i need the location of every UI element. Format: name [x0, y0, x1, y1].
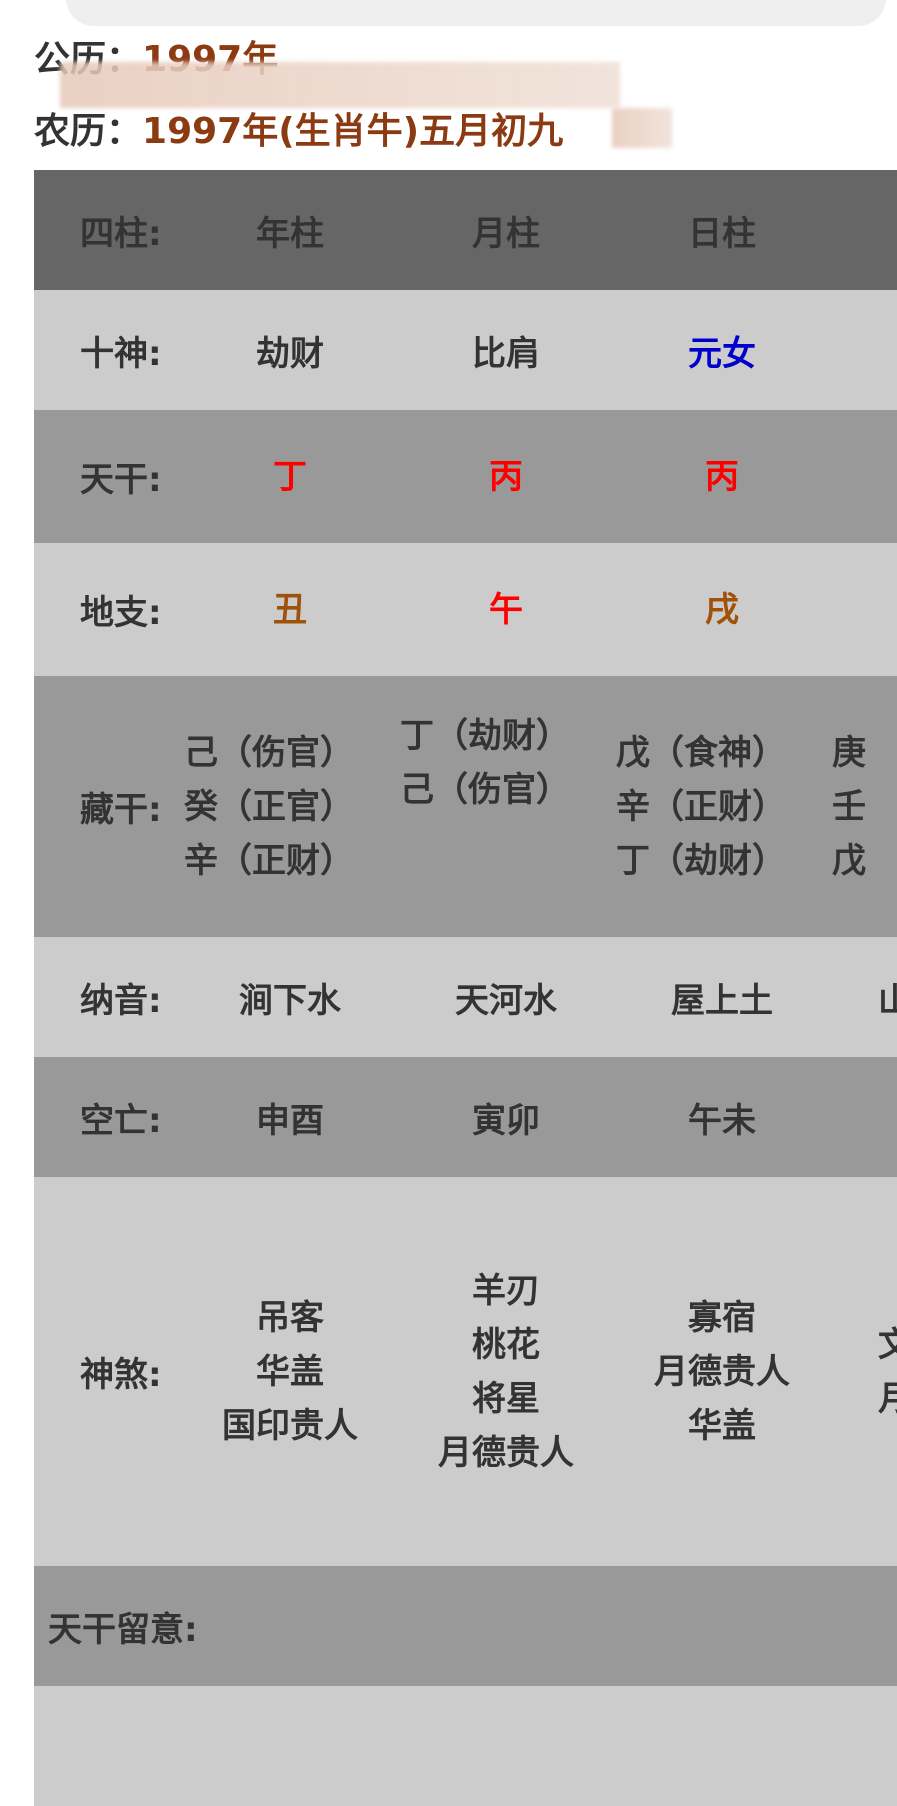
hidden-stem: 丁（劫财） — [400, 716, 570, 756]
shensha-item: 月德贵人 — [438, 1432, 574, 1473]
shensha-hour: 文 月 — [830, 1177, 897, 1566]
row-label: 十神: — [80, 333, 162, 374]
stem-hour — [830, 410, 897, 543]
row-hidden-stems: 藏干: 己（伤官） 癸（正官） 辛（正财） 丁（劫财） 己（伤官） 戊（食神） … — [34, 676, 897, 937]
row-label: 天干: — [80, 460, 162, 500]
void-hour — [830, 1057, 897, 1177]
shensha-item: 国印贵人 — [222, 1405, 358, 1446]
shensha-item: 华盖 — [256, 1351, 324, 1392]
shensha-item: 将星 — [472, 1378, 540, 1419]
nayin-month: 天河水 — [455, 980, 557, 1021]
lunar-date-value: 1997年(生肖牛)五月初九 — [142, 111, 564, 152]
hidden-stem: 丁（劫财） — [616, 840, 786, 881]
void-day: 午未 — [688, 1100, 756, 1141]
row-label: 纳音: — [80, 980, 162, 1021]
branch-month: 午 — [489, 589, 523, 630]
stem-month: 丙 — [489, 456, 523, 497]
branch-hour — [830, 543, 897, 676]
hidden-stem: 戊（食神） — [616, 732, 786, 773]
row-label: 天干留意: — [48, 1609, 198, 1650]
redaction-mask — [612, 108, 672, 148]
hidden-stem: 癸（正官） — [184, 786, 354, 827]
ten-god-month: 比肩 — [472, 333, 540, 374]
branch-day: 戌 — [705, 589, 739, 630]
void-year: 申酉 — [256, 1100, 324, 1141]
hidden-month: 丁（劫财） 己（伤官） — [398, 676, 614, 937]
hidden-stem: 庚 — [832, 732, 866, 773]
pillar-month: 月柱 — [472, 213, 540, 254]
nayin-year: 涧下水 — [239, 980, 341, 1021]
hidden-stem: 戊 — [832, 840, 866, 881]
row-heavenly-stems: 天干: 丁 丙 丙 — [34, 410, 897, 543]
row-label: 四柱: — [80, 213, 162, 254]
pillar-day: 日柱 — [688, 213, 756, 254]
shensha-item: 寡宿 — [688, 1297, 756, 1338]
shensha-item: 华盖 — [688, 1405, 756, 1446]
hidden-day: 戊（食神） 辛（正财） 丁（劫财） — [614, 676, 830, 937]
shensha-item: 吊客 — [256, 1297, 324, 1338]
pillar-hour — [830, 170, 897, 290]
shensha-year: 吊客 华盖 国印贵人 — [182, 1177, 398, 1566]
top-panel — [66, 0, 886, 26]
stem-year: 丁 — [273, 456, 307, 497]
redaction-mask — [60, 62, 620, 108]
bazi-table: 四柱: 年柱 月柱 日柱 十神: 劫财 比肩 元女 天干: 丁 丙 丙 地支: … — [34, 170, 897, 1806]
lunar-date-label: 农历： — [34, 111, 143, 152]
stem-day: 丙 — [705, 456, 739, 497]
nayin-day: 屋上土 — [671, 980, 773, 1021]
ten-god-hour — [830, 290, 897, 410]
ten-god-year: 劫财 — [256, 333, 324, 374]
shensha-item: 月德贵人 — [654, 1351, 790, 1392]
row-label: 藏干: — [80, 790, 162, 830]
pillar-year: 年柱 — [256, 213, 324, 254]
shensha-day: 寡宿 月德贵人 华盖 — [614, 1177, 830, 1566]
hidden-stem: 壬 — [832, 786, 866, 827]
row-label: 空亡: — [80, 1100, 162, 1141]
row-label: 地支: — [80, 593, 162, 633]
hidden-stem: 己（伤官） — [184, 732, 354, 773]
hidden-stem: 辛（正财） — [184, 840, 354, 881]
row-earthly-branches: 地支: 丑 午 戌 — [34, 543, 897, 676]
hidden-stem: 辛（正财） — [616, 786, 786, 827]
hidden-hour: 庚 壬 戊 — [830, 676, 897, 937]
row-label: 神煞: — [80, 1355, 162, 1395]
ten-god-day: 元女 — [688, 333, 756, 374]
row-ten-gods: 十神: 劫财 比肩 元女 — [34, 290, 897, 410]
row-shensha: 神煞: 吊客 华盖 国印贵人 羊刃 桃花 将星 月德贵人 寡宿 月德贵人 华盖 … — [34, 1177, 897, 1566]
row-void: 空亡: 申酉 寅卯 午未 — [34, 1057, 897, 1177]
shensha-item: 羊刃 — [472, 1270, 540, 1311]
hidden-stem: 己（伤官） — [400, 770, 570, 810]
void-month: 寅卯 — [472, 1100, 540, 1141]
lunar-date: 农历：1997年(生肖牛)五月初九 — [34, 114, 563, 150]
shensha-item: 桃花 — [472, 1324, 540, 1365]
shensha-item: 月 — [878, 1378, 897, 1419]
shensha-month: 羊刃 桃花 将星 月德贵人 — [398, 1177, 614, 1566]
branch-year: 丑 — [273, 589, 307, 630]
row-pillars: 四柱: 年柱 月柱 日柱 — [34, 170, 897, 290]
row-stem-notes: 天干留意: — [34, 1566, 897, 1686]
nayin-hour: 山 — [878, 980, 897, 1021]
row-next — [34, 1686, 897, 1806]
shensha-item: 文 — [878, 1324, 897, 1365]
hidden-year: 己（伤官） 癸（正官） 辛（正财） — [182, 676, 398, 937]
row-empty — [34, 1686, 897, 1806]
row-nayin: 纳音: 涧下水 天河水 屋上土 山 — [34, 937, 897, 1057]
